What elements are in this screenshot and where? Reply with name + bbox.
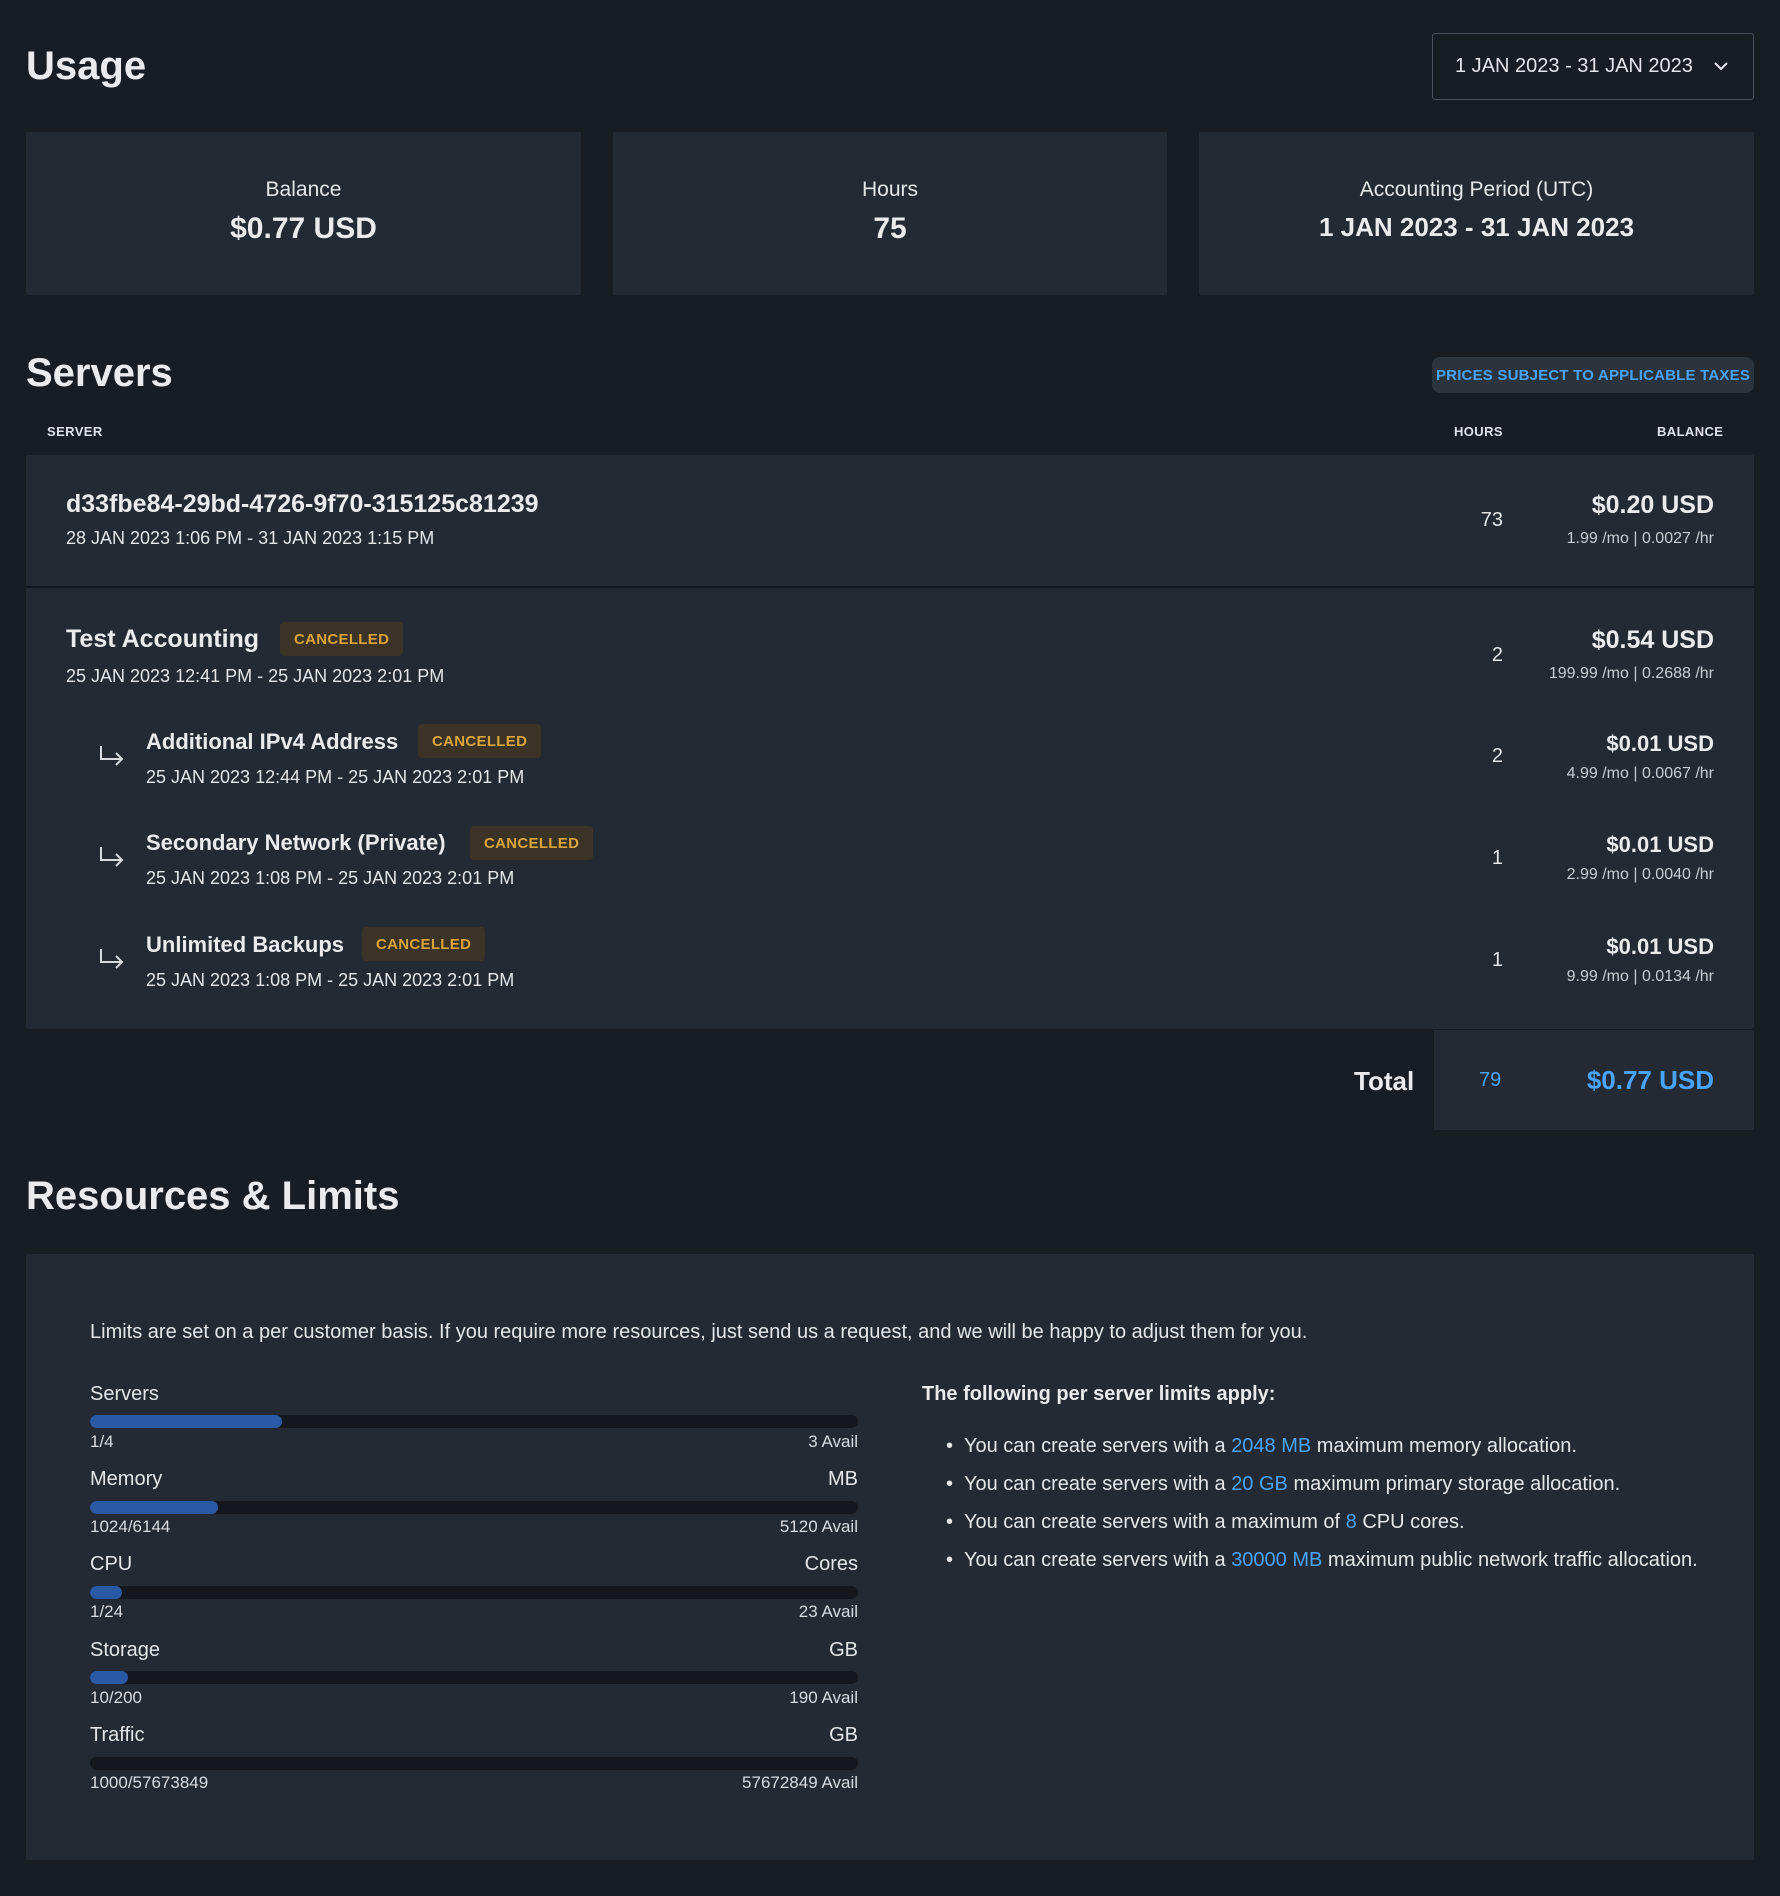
addon-name[interactable]: Additional IPv4 Address xyxy=(146,729,398,755)
resource-used: 1000/57673849 xyxy=(90,1773,209,1792)
tax-note-badge: PRICES SUBJECT TO APPLICABLE TAXES xyxy=(1432,357,1754,393)
resource-bar-fill xyxy=(90,1671,129,1684)
resource-avail: 23 Avail xyxy=(798,1602,858,1621)
server-rate: 199.99 /mo | 0.2688 /hr xyxy=(1548,665,1714,682)
resource-unit: Cores xyxy=(804,1553,858,1575)
resource-avail: 3 Avail xyxy=(808,1432,858,1451)
total-balance: $0.77 USD xyxy=(1586,1065,1714,1095)
addon-dates: 25 JAN 2023 1:08 PM - 25 JAN 2023 2:01 P… xyxy=(146,868,515,888)
resource-bar-fill xyxy=(90,1501,219,1514)
resource-bar-fill xyxy=(90,1415,282,1428)
server-rate: 1.99 /mo | 0.0027 /hr xyxy=(1566,530,1714,547)
server-hours: 2 xyxy=(1491,644,1503,666)
resource-bar xyxy=(90,1501,858,1514)
column-hours: HOURS xyxy=(1454,424,1503,439)
server-hours: 73 xyxy=(1480,509,1503,531)
hours-label: Hours xyxy=(861,178,919,201)
balance-card: Balance $0.77 USD xyxy=(26,132,581,295)
addon-dates: 25 JAN 2023 1:08 PM - 25 JAN 2023 2:01 P… xyxy=(146,970,515,990)
resource-name: Storage xyxy=(90,1639,161,1661)
resource-used: 1024/6144 xyxy=(90,1517,171,1536)
hours-card: Hours 75 xyxy=(613,132,1167,295)
total-row xyxy=(26,1030,1434,1130)
server-balance: $0.54 USD xyxy=(1591,626,1714,654)
resource-bar xyxy=(90,1586,858,1599)
date-range-select[interactable]: 1 JAN 2023 - 31 JAN 2023 xyxy=(1432,33,1754,100)
addon-name[interactable]: Unlimited Backups xyxy=(146,932,344,958)
resource-bar xyxy=(90,1671,858,1684)
status-badge: CANCELLED xyxy=(418,724,542,758)
usage-title: Usage xyxy=(26,44,147,88)
resources-intro: Limits are set on a per customer basis. … xyxy=(90,1321,1308,1343)
resource-bar-fill xyxy=(90,1586,123,1599)
limit-item: • You can create servers with a 20 GB max… xyxy=(946,1473,1621,1495)
date-range-value: 1 JAN 2023 - 31 JAN 2023 xyxy=(1455,55,1693,77)
addon-dates: 25 JAN 2023 12:44 PM - 25 JAN 2023 2:01 … xyxy=(146,767,525,787)
resource-bar xyxy=(90,1757,858,1770)
resource-name: CPU xyxy=(90,1553,133,1575)
addon-balance: $0.01 USD xyxy=(1606,934,1714,959)
status-badge: CANCELLED xyxy=(280,622,404,656)
resource-name: Traffic xyxy=(90,1724,145,1746)
sub-item-arrow-icon xyxy=(100,847,124,867)
balance-label: Balance xyxy=(265,178,342,201)
addon-hours: 1 xyxy=(1491,949,1503,971)
resource-used: 10/200 xyxy=(90,1688,142,1707)
total-hours: 79 xyxy=(1479,1069,1502,1091)
resource-bar xyxy=(90,1415,858,1428)
addon-hours: 2 xyxy=(1491,745,1503,767)
server-dates: 28 JAN 2023 1:06 PM - 31 JAN 2023 1:15 P… xyxy=(66,528,435,548)
limit-item: • You can create servers with a 30000 MB … xyxy=(946,1549,1698,1571)
addon-rate: 2.99 /mo | 0.0040 /hr xyxy=(1566,866,1714,883)
row-divider xyxy=(26,586,1754,588)
per-server-limits-heading: The following per server limits apply: xyxy=(922,1383,1276,1405)
accounting-period-card: Accounting Period (UTC) 1 JAN 2023 - 31 … xyxy=(1199,132,1754,295)
sub-item-arrow-icon xyxy=(100,949,124,969)
server-name[interactable]: d33fbe84-29bd-4726-9f70-315125c81239 xyxy=(66,490,539,519)
hours-value: 75 xyxy=(873,212,907,245)
total-label: Total xyxy=(1354,1066,1415,1096)
addon-balance: $0.01 USD xyxy=(1606,832,1714,857)
resource-avail: 190 Avail xyxy=(789,1688,858,1707)
status-badge: CANCELLED xyxy=(470,826,594,860)
sub-item-arrow-icon xyxy=(100,746,124,766)
limit-item: • You can create servers with a maximum o… xyxy=(946,1511,1465,1533)
resource-name: Servers xyxy=(90,1383,159,1405)
column-balance: BALANCE xyxy=(1657,424,1724,439)
accounting-period-label: Accounting Period (UTC) xyxy=(1359,178,1594,201)
resource-used: 1/24 xyxy=(90,1602,124,1621)
column-server: SERVER xyxy=(47,424,103,439)
resource-name: Memory xyxy=(90,1468,163,1490)
resource-unit: MB xyxy=(828,1468,858,1490)
server-balance: $0.20 USD xyxy=(1591,491,1714,519)
limit-item: • You can create servers with a 2048 MB m… xyxy=(946,1435,1577,1457)
accounting-period-value: 1 JAN 2023 - 31 JAN 2023 xyxy=(1318,212,1635,242)
resource-unit: GB xyxy=(829,1639,858,1661)
addon-rate: 4.99 /mo | 0.0067 /hr xyxy=(1566,765,1714,782)
servers-title: Servers xyxy=(26,351,173,395)
addon-rate: 9.99 /mo | 0.0134 /hr xyxy=(1566,968,1714,985)
status-badge: CANCELLED xyxy=(362,927,486,961)
chevron-down-icon xyxy=(1714,62,1728,71)
resources-title: Resources & Limits xyxy=(26,1174,400,1218)
addon-name[interactable]: Secondary Network (Private) xyxy=(146,830,446,856)
addon-hours: 1 xyxy=(1491,847,1503,869)
resource-avail: 57672849 Avail xyxy=(742,1773,858,1792)
resource-used: 1/4 xyxy=(90,1432,114,1451)
resource-unit: GB xyxy=(829,1724,858,1746)
server-dates: 25 JAN 2023 12:41 PM - 25 JAN 2023 2:01 … xyxy=(66,666,445,686)
balance-value: $0.77 USD xyxy=(230,212,377,245)
addon-balance: $0.01 USD xyxy=(1606,731,1714,756)
resource-avail: 5120 Avail xyxy=(779,1517,858,1536)
server-name[interactable]: Test Accounting xyxy=(66,625,259,654)
